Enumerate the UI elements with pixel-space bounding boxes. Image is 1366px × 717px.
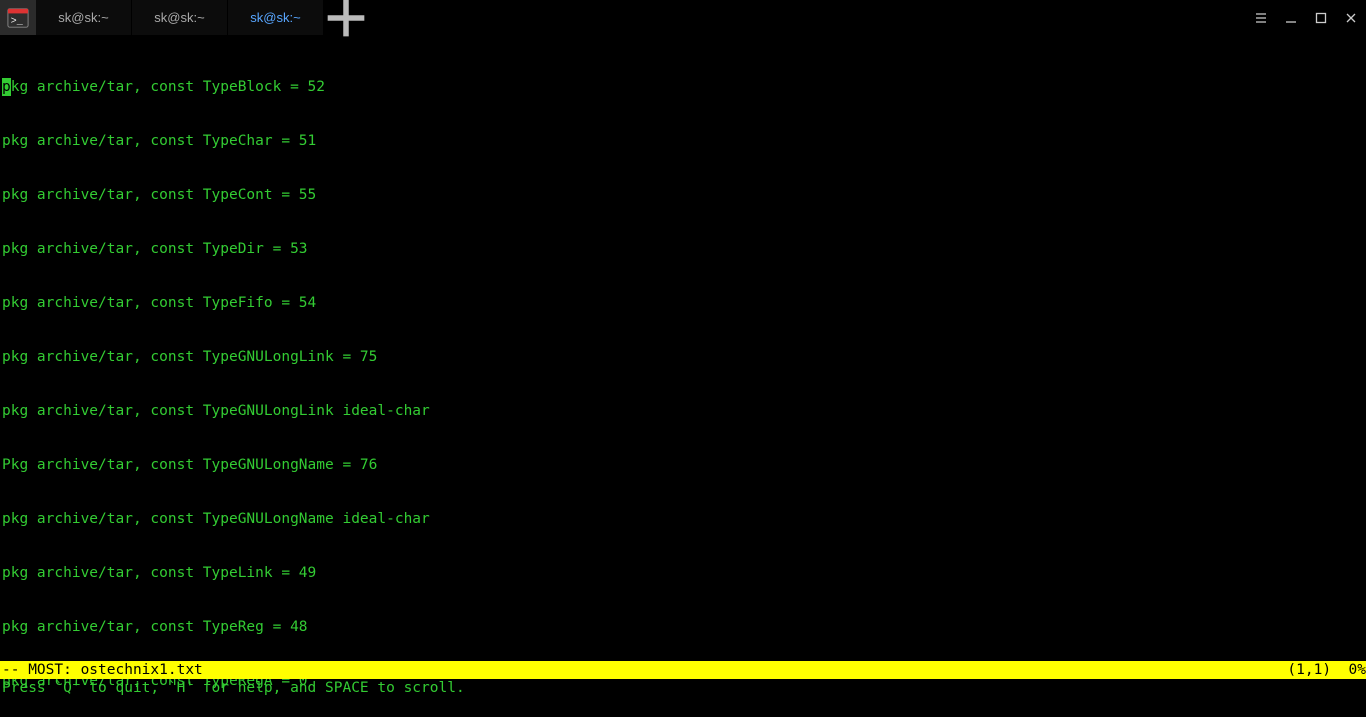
hamburger-icon [1255,12,1267,24]
tab-1[interactable]: sk@sk:~ [36,0,132,35]
output-line: pkg archive/tar, const TypeChar = 51 [0,132,1366,150]
output-line: pkg archive/tar, const TypeDir = 53 [0,240,1366,258]
titlebar: >_ sk@sk:~ sk@sk:~ sk@sk:~ [0,0,1366,36]
close-icon [1345,12,1357,24]
status-spacer [203,661,1288,679]
status-right: (1,1) 0% [1287,661,1366,679]
status-left: -- MOST: ostechnix1.txt [2,661,203,679]
titlebar-spacer [368,0,1246,35]
pager-help-line: Press `Q' to quit, `H' for help, and SPA… [0,679,1366,697]
terminal-output[interactable]: pkg archive/tar, const TypeBlock = 52 pk… [0,36,1366,717]
output-line: pkg archive/tar, const TypeLink = 49 [0,564,1366,582]
minimize-icon [1285,12,1297,24]
tab-2[interactable]: sk@sk:~ [132,0,228,35]
terminal-icon: >_ [7,7,29,29]
hamburger-menu-button[interactable] [1246,0,1276,36]
cursor: p [2,78,11,96]
output-line: pkg archive/tar, const TypeGNULongName i… [0,510,1366,528]
output-text: kg archive/tar, const TypeBlock = 52 [11,79,325,95]
output-line: pkg archive/tar, const TypeFifo = 54 [0,294,1366,312]
output-line: pkg archive/tar, const TypeReg = 48 [0,618,1366,636]
tab-3-active[interactable]: sk@sk:~ [228,0,324,35]
minimize-button[interactable] [1276,0,1306,36]
output-line: Pkg archive/tar, const TypeGNULongName =… [0,456,1366,474]
plus-icon [324,0,368,40]
maximize-icon [1315,12,1327,24]
output-line: pkg archive/tar, const TypeGNULongLink =… [0,348,1366,366]
output-line: pkg archive/tar, const TypeCont = 55 [0,186,1366,204]
pager-statusbar: -- MOST: ostechnix1.txt (1,1) 0% [0,661,1366,679]
output-line: pkg archive/tar, const TypeGNULongLink i… [0,402,1366,420]
close-button[interactable] [1336,0,1366,36]
window-controls [1246,0,1366,35]
output-line: pkg archive/tar, const TypeBlock = 52 [0,78,1366,96]
svg-text:>_: >_ [11,16,24,27]
maximize-button[interactable] [1306,0,1336,36]
app-icon: >_ [0,0,36,35]
new-tab-button[interactable] [324,0,368,35]
